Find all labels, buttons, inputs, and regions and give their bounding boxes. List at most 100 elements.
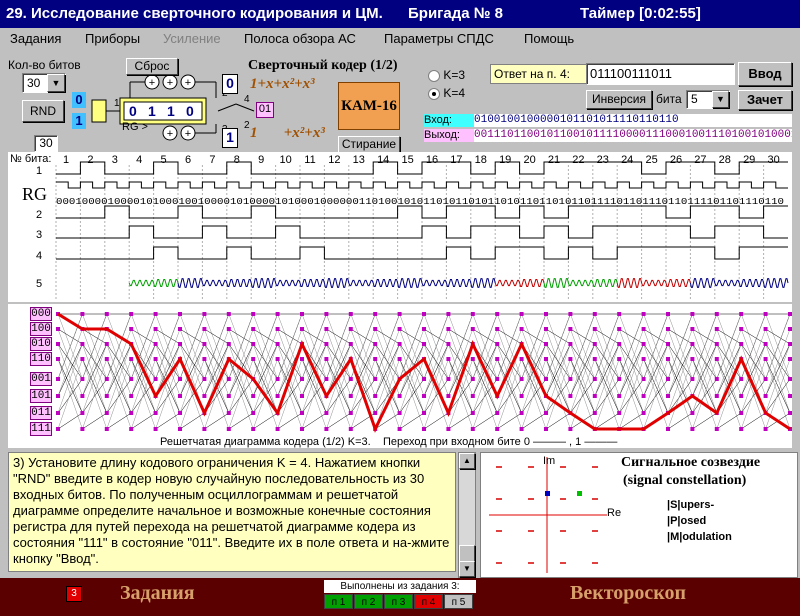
trellis-branch-0 bbox=[301, 378, 327, 414]
trellis-branch-0 bbox=[448, 378, 474, 414]
trellis-node bbox=[348, 427, 353, 431]
trellis-node bbox=[495, 411, 500, 415]
task-scrollbar[interactable]: ▲ ▼ bbox=[458, 452, 476, 578]
scroll-up-icon[interactable]: ▲ bbox=[459, 453, 475, 469]
trellis-node bbox=[300, 427, 304, 431]
trellis-node bbox=[641, 377, 646, 381]
bit-number: 2 bbox=[87, 154, 93, 166]
trellis-node bbox=[519, 411, 524, 415]
k4-radio[interactable]: K=4 bbox=[428, 86, 465, 100]
menu-help[interactable]: Помощь bbox=[524, 31, 574, 46]
row-label: 1 bbox=[36, 165, 42, 177]
trellis-node bbox=[202, 394, 207, 398]
trellis-node bbox=[788, 394, 792, 398]
trellis-node bbox=[446, 342, 451, 346]
trellis-node bbox=[300, 357, 304, 361]
trellis-branch-0 bbox=[179, 328, 205, 345]
trellis-node bbox=[80, 357, 85, 361]
menu-tasks[interactable]: Задания bbox=[10, 31, 61, 46]
trellis-branch-0 bbox=[374, 343, 400, 380]
input-sequence: 0100100100000101101011110110110 bbox=[474, 114, 792, 127]
chevron-down-icon[interactable]: ▼ bbox=[712, 91, 729, 108]
trellis-node bbox=[178, 312, 182, 316]
modulated-wave bbox=[397, 278, 423, 288]
menu-gain[interactable]: Усиление bbox=[163, 31, 221, 46]
bit-number: 17 bbox=[450, 154, 462, 166]
constellation-point bbox=[528, 498, 534, 500]
input-bit-0-button[interactable]: 0 bbox=[72, 92, 86, 108]
trellis-branch-0 bbox=[423, 328, 449, 345]
modulated-wave bbox=[763, 278, 789, 288]
trellis-node bbox=[788, 342, 792, 346]
reset-button[interactable]: Сброс bbox=[126, 58, 178, 75]
trellis-state-label: 100 bbox=[30, 322, 52, 336]
scroll-down-icon[interactable]: ▼ bbox=[459, 561, 475, 577]
trellis-node bbox=[592, 327, 597, 331]
trellis-branch-0 bbox=[716, 328, 742, 345]
row-label: 5 bbox=[36, 278, 42, 290]
menu-instruments[interactable]: Приборы bbox=[85, 31, 140, 46]
trellis-node bbox=[544, 377, 548, 381]
input-cell bbox=[91, 99, 107, 123]
trellis-node bbox=[592, 394, 597, 398]
erase-button[interactable]: Стирание bbox=[338, 136, 400, 153]
trellis-branch-0 bbox=[301, 412, 327, 430]
vectorscope-label[interactable]: Векторoскоп bbox=[570, 582, 686, 605]
bit-number: 23 bbox=[597, 154, 609, 166]
trellis-node bbox=[348, 394, 353, 398]
trellis-branch-0 bbox=[277, 328, 303, 345]
trellis-branch-0 bbox=[131, 412, 156, 430]
trellis-node bbox=[226, 327, 231, 331]
menu-view-band[interactable]: Полоса обзора АС bbox=[244, 31, 356, 46]
trellis-node bbox=[641, 312, 646, 316]
menu-spds-params[interactable]: Параметры СПДС bbox=[384, 31, 494, 46]
trellis-node bbox=[544, 342, 548, 346]
trellis-node bbox=[592, 411, 597, 415]
input-bit-1-button[interactable]: 1 bbox=[72, 113, 86, 129]
tasks-label[interactable]: Задания bbox=[120, 582, 195, 605]
trellis-branch-0 bbox=[643, 343, 669, 380]
trellis-branch-0 bbox=[692, 412, 717, 430]
trellis-node bbox=[56, 342, 60, 346]
trellis-branch-0 bbox=[667, 343, 693, 380]
bit-number: 18 bbox=[475, 154, 487, 166]
trellis-node bbox=[373, 327, 378, 331]
credit-button[interactable]: Зачет bbox=[738, 90, 792, 110]
k3-radio[interactable]: K=3 bbox=[428, 68, 465, 82]
trellis-node bbox=[690, 312, 695, 316]
answer-input[interactable]: 011100111011 bbox=[586, 63, 735, 85]
trellis-node bbox=[202, 342, 207, 346]
trellis-node bbox=[178, 427, 182, 431]
active-point bbox=[577, 491, 582, 496]
trellis-node bbox=[300, 327, 304, 331]
trellis-node bbox=[251, 312, 256, 316]
constellation-point bbox=[560, 562, 566, 564]
trellis-node bbox=[788, 327, 792, 331]
trellis-node bbox=[422, 377, 426, 381]
trellis-node bbox=[641, 394, 646, 398]
trellis-caption: Решетчатая диаграмма кодера (1/2) K=3. П… bbox=[160, 436, 618, 448]
bit-select[interactable]: 5 ▼ bbox=[686, 90, 730, 109]
trellis-node bbox=[690, 377, 695, 381]
trellis-node bbox=[422, 327, 426, 331]
trellis-node bbox=[373, 342, 378, 346]
trellis-node bbox=[617, 312, 622, 316]
trellis-node bbox=[446, 312, 451, 316]
trellis-node bbox=[348, 411, 353, 415]
bits-count-select[interactable]: 30 ▼ bbox=[22, 73, 66, 93]
chevron-down-icon[interactable]: ▼ bbox=[47, 74, 65, 92]
modulated-wave bbox=[128, 279, 155, 287]
trellis-node bbox=[788, 357, 792, 361]
modulated-wave bbox=[641, 279, 667, 287]
bit-number: 28 bbox=[719, 154, 731, 166]
trellis-branch-0 bbox=[594, 378, 620, 414]
trellis-node bbox=[397, 342, 402, 346]
rnd-button[interactable]: RND bbox=[22, 100, 64, 122]
brigade-label: Бригада № 8 bbox=[408, 5, 504, 22]
modulated-wave bbox=[714, 279, 740, 287]
trellis-node bbox=[300, 377, 304, 381]
enter-button[interactable]: Ввод bbox=[738, 62, 792, 86]
trellis-node bbox=[397, 327, 402, 331]
oscillogram: 1 2 3 4 5 6 7 8 9 10 11 12 13 14 15 16 17 18 19 20 21 22 23 24 2… bbox=[22, 154, 789, 300]
inversion-button[interactable]: Инверсия bbox=[586, 90, 652, 109]
